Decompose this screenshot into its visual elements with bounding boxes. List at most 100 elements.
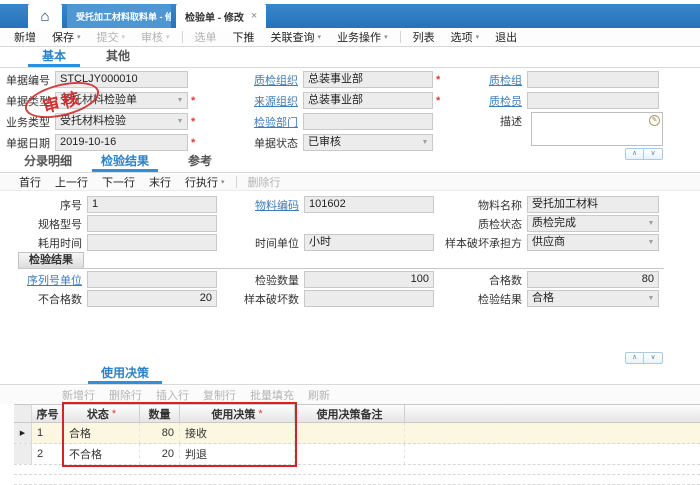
required-marker: * bbox=[112, 408, 116, 420]
tab-other[interactable]: 其他 bbox=[96, 47, 140, 67]
decision-tab-strip: 使用决策 bbox=[0, 365, 700, 385]
table-row[interactable]: ▶ 1 合格 80 接收 bbox=[14, 423, 700, 444]
window-tab-label: 检验单 - 修改 bbox=[185, 9, 244, 24]
sample-damage-qty-input[interactable] bbox=[304, 290, 434, 307]
qc-inspector-input[interactable] bbox=[527, 92, 659, 109]
next-row-button[interactable]: 下一行 bbox=[95, 174, 142, 190]
src-org-link[interactable]: 来源组织 bbox=[240, 93, 303, 109]
cell-seq[interactable]: 1 bbox=[32, 423, 64, 443]
dropdown-caret-icon: ▾ bbox=[166, 33, 170, 41]
inspect-dept-input[interactable] bbox=[303, 113, 433, 130]
list-button[interactable]: 列表 bbox=[405, 29, 443, 45]
field-qc-status: 质检状态 质检完成▼ bbox=[430, 215, 659, 232]
business-operation-button[interactable]: 业务操作▾ bbox=[329, 29, 396, 45]
material-name-input[interactable]: 受托加工材料 bbox=[527, 196, 659, 213]
save-button[interactable]: 保存▾ bbox=[44, 29, 89, 45]
cell-decision[interactable]: 判退 bbox=[180, 444, 295, 464]
tab-inspect-result[interactable]: 检验结果 bbox=[92, 152, 158, 172]
field-src-org: 来源组织 总装事业部 * bbox=[240, 92, 440, 109]
window-tab-bar: ⌂ 受托加工材料取料单 - 修改 检验单 - 修改 × bbox=[0, 4, 700, 28]
row-selector-cell[interactable] bbox=[14, 444, 32, 464]
window-tab-inspection-order[interactable]: 检验单 - 修改 × bbox=[176, 4, 266, 28]
qc-status-select[interactable]: 质检完成▼ bbox=[527, 215, 659, 232]
tab-reference[interactable]: 参考 bbox=[178, 152, 222, 172]
tab-usage-decision[interactable]: 使用决策 bbox=[88, 364, 162, 384]
home-tab[interactable]: ⌂ bbox=[28, 4, 62, 28]
close-icon[interactable]: × bbox=[251, 10, 257, 22]
cell-note[interactable] bbox=[295, 423, 405, 443]
sample-bearer-select[interactable]: 供应商▼ bbox=[527, 234, 659, 251]
qc-inspector-link[interactable]: 质检员 bbox=[455, 93, 527, 109]
last-row-button[interactable]: 末行 bbox=[142, 174, 178, 190]
cell-status[interactable]: 不合格 bbox=[64, 444, 140, 464]
row-selector-cell[interactable]: ▶ bbox=[14, 423, 32, 443]
collapse-down-icon[interactable]: ∨ bbox=[644, 353, 662, 363]
column-header-seq[interactable]: 序号 bbox=[32, 405, 64, 422]
qc-group-input[interactable] bbox=[527, 71, 659, 88]
spec-input[interactable] bbox=[87, 215, 217, 232]
first-row-button[interactable]: 首行 bbox=[12, 174, 48, 190]
expand-editor-icon[interactable]: ✎ bbox=[649, 115, 660, 126]
consume-time-input[interactable] bbox=[87, 234, 217, 251]
seq-input[interactable]: 1 bbox=[87, 196, 217, 213]
field-qc-org: 质检组织 总装事业部 * bbox=[240, 71, 440, 88]
material-code-input[interactable]: 101602 bbox=[304, 196, 434, 213]
field-label: 描述 bbox=[455, 113, 527, 129]
field-description-label: 描述 bbox=[455, 112, 527, 129]
field-label: 单据编号 bbox=[1, 72, 55, 88]
serial-unit-link[interactable]: 序列号单位 bbox=[12, 272, 87, 288]
cell-qty[interactable]: 80 bbox=[140, 423, 180, 443]
time-unit-input[interactable]: 小时 bbox=[304, 234, 434, 251]
new-button[interactable]: 新增 bbox=[6, 29, 44, 45]
column-header-status[interactable]: 状态* bbox=[64, 405, 140, 422]
unqualified-qty-input[interactable]: 20 bbox=[87, 290, 217, 307]
push-down-button[interactable]: 下推 bbox=[225, 29, 263, 45]
qualified-qty-input[interactable]: 80 bbox=[527, 271, 659, 288]
main-tab-strip: 基本 其他 bbox=[0, 47, 700, 68]
cell-qty[interactable]: 20 bbox=[140, 444, 180, 464]
description-textarea[interactable]: ✎ bbox=[531, 112, 663, 146]
field-label: 序号 bbox=[30, 197, 87, 213]
qc-org-link[interactable]: 质检组织 bbox=[240, 72, 303, 88]
field-inspect-qty: 检验数量 100 bbox=[240, 271, 434, 288]
field-sample-bearer: 样本破坏承担方 供应商▼ bbox=[430, 234, 659, 251]
column-header-decision[interactable]: 使用决策* bbox=[180, 405, 295, 422]
decision-table-header: 序号 状态* 数量 使用决策* 使用决策备注 bbox=[14, 404, 700, 423]
cell-seq[interactable]: 2 bbox=[32, 444, 64, 464]
exit-button[interactable]: 退出 bbox=[487, 29, 525, 45]
material-code-link[interactable]: 物料编码 bbox=[240, 197, 304, 213]
field-label: 物料名称 bbox=[430, 197, 527, 213]
cell-note[interactable] bbox=[295, 444, 405, 464]
cell-decision[interactable]: 接收 bbox=[180, 423, 295, 443]
src-org-input[interactable]: 总装事业部 bbox=[303, 92, 433, 109]
toolbar-divider bbox=[400, 31, 401, 43]
biz-type-select[interactable]: 受托材料检验▼ bbox=[55, 113, 188, 130]
toolbar-divider bbox=[236, 176, 237, 188]
prev-row-button[interactable]: 上一行 bbox=[48, 174, 95, 190]
collapse-up-icon[interactable]: ∧ bbox=[626, 353, 644, 363]
options-button[interactable]: 选项▾ bbox=[443, 29, 488, 45]
add-row-button: 新增行 bbox=[55, 387, 102, 403]
inspect-dept-link[interactable]: 检验部门 bbox=[240, 114, 303, 130]
cell-status[interactable]: 合格 bbox=[64, 423, 140, 443]
inspect-result-select[interactable]: 合格▼ bbox=[527, 290, 659, 307]
row-toolbar: 首行 上一行 下一行 末行 行执行▾ 删除行 bbox=[0, 174, 700, 191]
qc-org-input[interactable]: 总装事业部 bbox=[303, 71, 433, 88]
serial-unit-input[interactable] bbox=[87, 271, 217, 288]
qc-group-link[interactable]: 质检组 bbox=[455, 72, 527, 88]
dropdown-caret-icon: ▾ bbox=[221, 178, 225, 186]
bill-status-select[interactable]: 已审核▼ bbox=[303, 134, 433, 151]
table-row[interactable]: 2 不合格 20 判退 bbox=[14, 444, 700, 465]
tab-entry-detail[interactable]: 分录明细 bbox=[12, 152, 84, 172]
required-marker: * bbox=[436, 74, 440, 86]
row-exec-button[interactable]: 行执行▾ bbox=[178, 174, 232, 190]
related-query-button[interactable]: 关联查询▾ bbox=[263, 29, 330, 45]
column-header-note[interactable]: 使用决策备注 bbox=[295, 405, 405, 422]
column-header-qty[interactable]: 数量 bbox=[140, 405, 180, 422]
tab-basic[interactable]: 基本 bbox=[28, 47, 80, 67]
window-tab-material-requisition[interactable]: 受托加工材料取料单 - 修改 bbox=[67, 4, 171, 28]
bill-date-input[interactable]: 2019-10-16 bbox=[55, 134, 188, 151]
inspect-qty-input[interactable]: 100 bbox=[304, 271, 434, 288]
row-selector-header bbox=[14, 405, 32, 422]
field-label: 样本破坏承担方 bbox=[430, 235, 527, 251]
